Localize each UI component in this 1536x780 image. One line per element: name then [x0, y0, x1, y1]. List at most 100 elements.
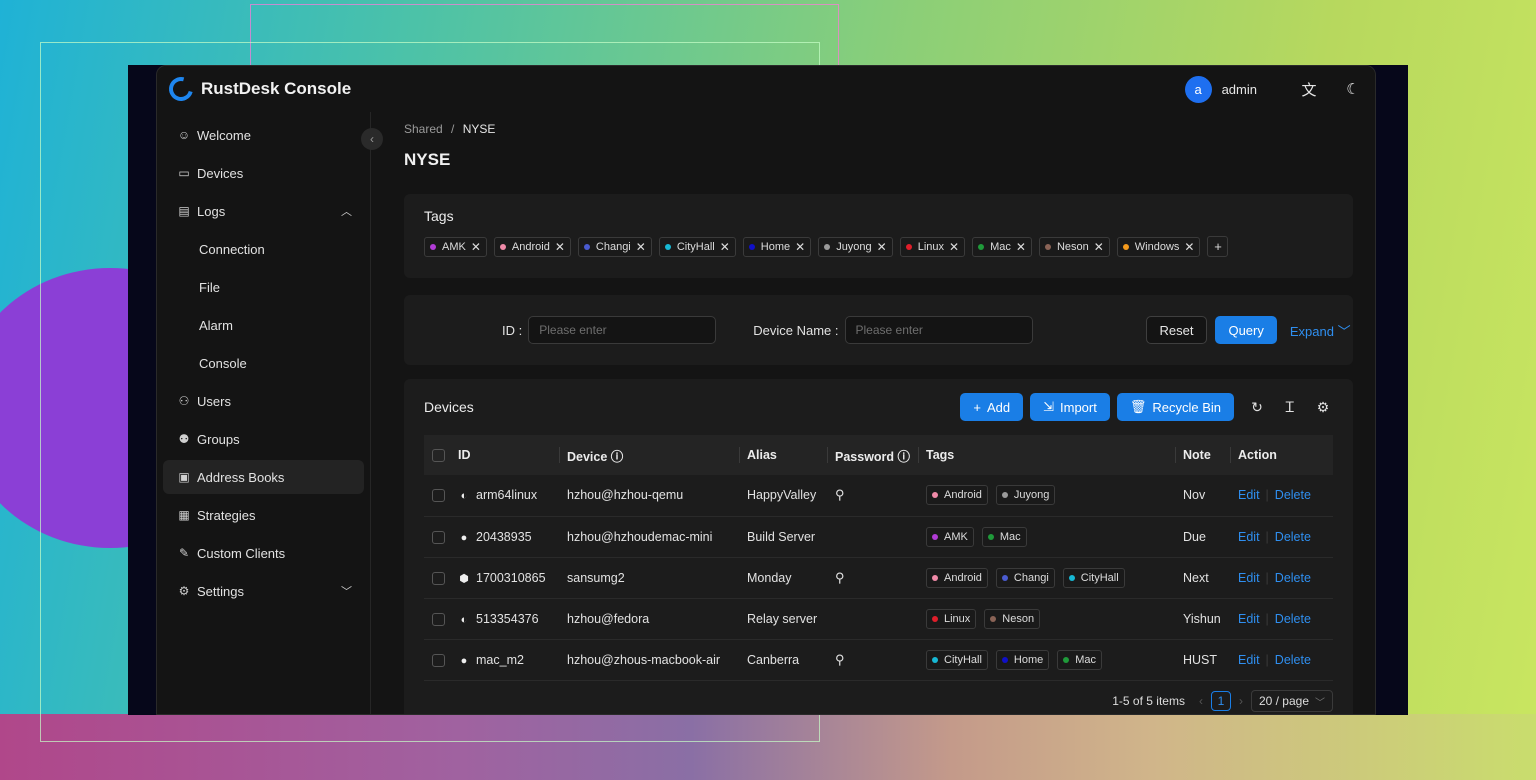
settings-icon[interactable]: ⚙: [1313, 397, 1333, 417]
tag-chip[interactable]: Windows ✕: [1116, 236, 1201, 257]
sidebar-item-console[interactable]: Console: [163, 346, 364, 380]
add-button[interactable]: + Add: [960, 393, 1024, 421]
id-filter-input[interactable]: Please enter: [528, 316, 717, 344]
close-icon[interactable]: ✕: [1184, 240, 1194, 254]
query-button[interactable]: Query: [1215, 316, 1277, 344]
tag-chip[interactable]: Home ✕: [742, 236, 812, 257]
close-icon[interactable]: ✕: [720, 240, 730, 254]
key-search-icon[interactable]: ⚲: [835, 487, 845, 502]
add-tag-button[interactable]: +: [1207, 236, 1229, 257]
close-icon[interactable]: ✕: [949, 240, 959, 254]
tag-color-dot: [905, 243, 912, 250]
edit-link[interactable]: Edit: [1238, 571, 1260, 585]
row-checkbox[interactable]: [432, 612, 445, 626]
close-icon[interactable]: ✕: [877, 240, 887, 254]
column-header-password[interactable]: Password ⓘ: [827, 435, 918, 475]
device-name-filter-input[interactable]: Please enter: [844, 316, 1033, 344]
import-button[interactable]: ⇲ Import: [1030, 393, 1110, 421]
close-icon[interactable]: ✕: [1016, 240, 1026, 254]
column-height-icon[interactable]: Ꮖ: [1280, 397, 1300, 417]
key-search-icon[interactable]: ⚲: [835, 570, 845, 585]
delete-link[interactable]: Delete: [1275, 571, 1311, 585]
tag-chip[interactable]: AMK ✕: [424, 236, 487, 257]
action-cell: Edit | Delete: [1230, 639, 1333, 681]
breadcrumb-parent[interactable]: Shared: [404, 122, 443, 136]
device-id: 513354376: [476, 611, 539, 626]
page-1-button[interactable]: 1: [1210, 691, 1231, 711]
tag-chip[interactable]: Changi ✕: [577, 236, 652, 257]
edit-link[interactable]: Edit: [1238, 488, 1260, 502]
table-row[interactable]: ⬢ 1700310865 sansumg2 Monday ⚲ Android Changi C…: [424, 557, 1333, 599]
key-search-icon[interactable]: ⚲: [835, 652, 845, 667]
sidebar-item-logs[interactable]: ▤ Logs ︿: [163, 194, 364, 228]
close-icon[interactable]: ✕: [471, 240, 481, 254]
table-row[interactable]: ● 20438935 hzhou@hzhoudemac-mini Build Serv…: [424, 516, 1333, 558]
sidebar-item-users[interactable]: ⚇ Users: [163, 384, 364, 418]
table-row[interactable]: ◐ 513354376 hzhou@fedora Relay server Linux N…: [424, 598, 1333, 640]
sidebar-item-label: Logs: [197, 203, 226, 219]
delete-link[interactable]: Delete: [1275, 612, 1311, 626]
pagination-total: 1-5 of 5 items: [1112, 694, 1185, 708]
next-page-icon[interactable]: ›: [1239, 694, 1243, 708]
edit-link[interactable]: Edit: [1238, 612, 1260, 626]
column-header-id[interactable]: ID: [450, 435, 559, 475]
avatar[interactable]: a: [1184, 75, 1212, 103]
edit-link[interactable]: Edit: [1238, 530, 1260, 544]
dark-mode-moon-icon[interactable]: ☾: [1343, 79, 1363, 99]
delete-link[interactable]: Delete: [1275, 488, 1311, 502]
row-checkbox[interactable]: [432, 653, 445, 667]
sidebar-item-groups[interactable]: ⚉ Groups: [163, 422, 364, 456]
column-header-note[interactable]: Note: [1175, 435, 1230, 475]
device-id: 1700310865: [476, 570, 546, 585]
row-tag: Android: [926, 567, 988, 588]
column-header-tags[interactable]: Tags: [918, 435, 1175, 475]
device-name-filter-label: Device Name :: [753, 322, 839, 338]
sidebar-item-welcome[interactable]: ☺ Welcome: [163, 118, 364, 152]
delete-link[interactable]: Delete: [1275, 653, 1311, 667]
close-icon[interactable]: ✕: [1094, 240, 1104, 254]
username[interactable]: admin: [1222, 82, 1257, 97]
close-icon[interactable]: ✕: [795, 240, 805, 254]
tag-chip[interactable]: Mac ✕: [972, 236, 1032, 257]
table-row[interactable]: ◐ arm64linux hzhou@hzhou-qemu HappyValley ⚲ A…: [424, 475, 1333, 517]
row-checkbox[interactable]: [432, 571, 445, 585]
tags-title: Tags: [424, 208, 454, 224]
close-icon[interactable]: ✕: [636, 240, 646, 254]
tag-chip[interactable]: Juyong ✕: [818, 236, 893, 257]
tag-chip[interactable]: Neson ✕: [1038, 236, 1110, 257]
sidebar-item-custom-clients[interactable]: ✎ Custom Clients: [163, 536, 364, 570]
expand-link[interactable]: Expand ﹀: [1290, 321, 1351, 340]
sidebar-item-alarm[interactable]: Alarm: [163, 308, 364, 342]
sidebar-item-connection[interactable]: Connection: [163, 232, 364, 266]
sidebar-item-file[interactable]: File: [163, 270, 364, 304]
close-icon[interactable]: ✕: [555, 240, 565, 254]
column-header-device[interactable]: Device ⓘ: [559, 435, 739, 475]
delete-link[interactable]: Delete: [1275, 530, 1311, 544]
tag-chip[interactable]: Android ✕: [493, 236, 571, 257]
sidebar-item-settings[interactable]: ⚙ Settings ﹀: [163, 574, 364, 608]
sidebar-item-address-books[interactable]: ▣ Address Books: [163, 460, 364, 494]
sidebar-item-devices[interactable]: ▭ Devices: [163, 156, 364, 190]
action-cell: Edit | Delete: [1230, 598, 1333, 640]
sidebar-item-strategies[interactable]: ▦ Strategies: [163, 498, 364, 532]
tag-label: AMK: [442, 240, 466, 253]
contacts-icon: ▣: [178, 470, 190, 484]
table-row[interactable]: ● mac_m2 hzhou@zhous-macbook-air Canberra ⚲ C…: [424, 639, 1333, 681]
tag-chip[interactable]: CityHall ✕: [658, 236, 736, 257]
reload-icon[interactable]: ↻: [1247, 397, 1267, 417]
note-cell: HUST: [1175, 639, 1230, 681]
row-checkbox[interactable]: [432, 530, 445, 544]
select-all-checkbox[interactable]: [432, 449, 445, 463]
row-tag: Mac: [1057, 649, 1103, 670]
prev-page-icon[interactable]: ‹: [1199, 694, 1203, 708]
row-checkbox[interactable]: [432, 489, 445, 503]
tag-color-dot: [932, 533, 938, 540]
tag-chip[interactable]: Linux ✕: [899, 236, 966, 257]
page-size-select[interactable]: 20 / page ﹀: [1250, 690, 1333, 712]
column-header-alias[interactable]: Alias: [739, 435, 827, 475]
translate-icon[interactable]: 文: [1299, 79, 1319, 99]
recycle-bin-button[interactable]: 🗑 Recycle Bin: [1116, 393, 1234, 421]
action-separator: |: [1265, 611, 1269, 626]
edit-link[interactable]: Edit: [1238, 653, 1260, 667]
reset-button[interactable]: Reset: [1145, 316, 1208, 344]
